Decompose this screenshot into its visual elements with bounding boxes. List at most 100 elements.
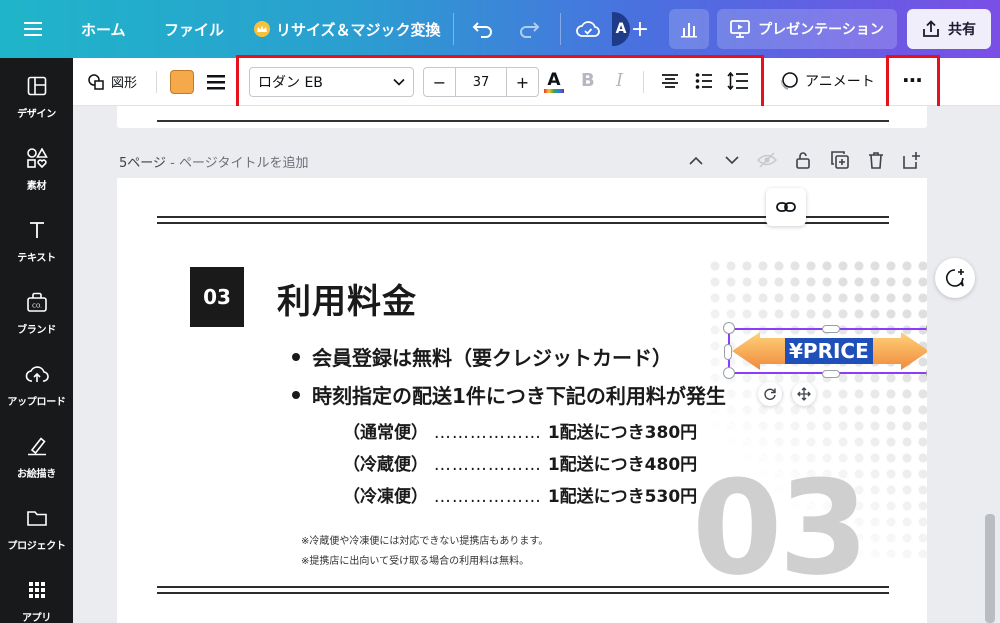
- shape-icon: [87, 73, 105, 91]
- sidebar-item-apps[interactable]: アプリ: [0, 580, 73, 623]
- bullet-list-icon[interactable]: [695, 73, 713, 89]
- share-icon: [922, 20, 940, 38]
- undo-icon[interactable]: [472, 0, 494, 58]
- lock-page-icon[interactable]: [793, 150, 813, 170]
- move-page-down-icon[interactable]: [722, 150, 742, 170]
- divider: [643, 71, 644, 93]
- border-style-icon[interactable]: [206, 72, 226, 92]
- resize-handle[interactable]: [723, 367, 735, 379]
- resize-handle[interactable]: [822, 325, 840, 333]
- add-page-icon[interactable]: [902, 150, 922, 170]
- file-menu[interactable]: ファイル: [164, 0, 224, 58]
- layout-icon: [27, 76, 47, 100]
- text-toolbar: 図形 ロダン EB − 37 + A B I アニメート ···: [73, 58, 1000, 106]
- elements-icon: [26, 147, 48, 172]
- divider: [156, 71, 157, 93]
- divider-line: [157, 592, 889, 594]
- font-size-decrease-button[interactable]: −: [424, 68, 455, 96]
- resize-handle[interactable]: [723, 322, 735, 334]
- sidebar-item-uploads[interactable]: アップロード: [0, 364, 73, 424]
- delete-page-icon[interactable]: [866, 150, 886, 170]
- rate-row[interactable]: （通常便） ……………… 1配送につき380円: [343, 418, 697, 443]
- insights-icon[interactable]: [669, 9, 709, 49]
- bullet-item[interactable]: 会員登録は無料（要クレジットカード）: [292, 342, 672, 371]
- sidebar-item-elements[interactable]: 素材: [0, 147, 73, 208]
- rainbow-bar: [544, 89, 564, 93]
- move-handle[interactable]: [792, 382, 816, 406]
- vertical-scrollbar[interactable]: [985, 514, 995, 623]
- font-size-input[interactable]: 37: [455, 68, 507, 96]
- sidebar-item-brand[interactable]: CO. ブランド: [0, 292, 73, 352]
- section-number-badge[interactable]: 03: [190, 267, 244, 327]
- add-comment-button[interactable]: [935, 258, 975, 298]
- draw-icon: [26, 436, 48, 460]
- fill-color-swatch[interactable]: [170, 70, 194, 94]
- divider: [560, 13, 561, 45]
- bullet-dot: [292, 352, 300, 361]
- resize-button[interactable]: リサイズ＆マジック変換: [254, 0, 441, 58]
- footnote[interactable]: ※提携店に出向いて受け取る場合の利用料は無料。: [301, 552, 529, 567]
- font-size-stepper: − 37 +: [423, 67, 539, 97]
- rate-leader: ………………: [433, 487, 542, 507]
- text-icon: [27, 220, 47, 244]
- section-title[interactable]: 利用料金: [277, 274, 417, 323]
- hide-page-icon[interactable]: [757, 150, 777, 170]
- bullet-item[interactable]: 時刻指定の配送1件につき下記の利用料が発生: [292, 380, 726, 409]
- page-title-input[interactable]: ページタイトルを追加: [179, 156, 308, 171]
- background-number[interactable]: 03: [692, 463, 869, 593]
- sidebar-item-label: テキスト: [17, 253, 56, 264]
- bullet-dot: [292, 390, 300, 399]
- more-options-button[interactable]: ···: [902, 68, 923, 92]
- design-page[interactable]: 03 利用料金 会員登録は無料（要クレジットカード） 時刻指定の配送1件につき下…: [117, 178, 927, 623]
- selection-outline: [728, 328, 927, 374]
- share-button[interactable]: 共有: [907, 9, 991, 49]
- animate-label: アニメート: [805, 74, 875, 90]
- link-button[interactable]: [766, 188, 806, 226]
- previous-page[interactable]: [117, 106, 927, 128]
- rate-row[interactable]: （冷凍便） ……………… 1配送につき530円: [343, 482, 697, 507]
- animate-icon: [779, 71, 799, 91]
- rotate-handle[interactable]: [758, 382, 782, 406]
- comment-icon: [945, 268, 965, 288]
- font-size-increase-button[interactable]: +: [507, 68, 538, 96]
- rate-row[interactable]: （冷蔵便） ……………… 1配送につき480円: [343, 450, 697, 475]
- duplicate-page-icon[interactable]: [830, 150, 850, 170]
- present-button[interactable]: プレゼンテーション: [717, 9, 897, 49]
- sidebar-item-projects[interactable]: プロジェクト: [0, 508, 73, 568]
- cloud-saved-icon[interactable]: [576, 0, 600, 58]
- font-name: ロダン EB: [258, 75, 323, 91]
- rate-type: （通常便）: [343, 423, 428, 443]
- cloud-upload-icon: [25, 364, 49, 388]
- footnote[interactable]: ※冷蔵便や冷凍便には対応できない提携店もあります。: [301, 532, 548, 547]
- rate-price: 1配送につき380円: [547, 423, 698, 443]
- canvas-workspace: 5ページ - ページタイトルを追加 03 利用料金 会員登録は無料（要クレジット…: [73, 106, 1000, 623]
- resize-handle[interactable]: [724, 344, 732, 360]
- font-family-select[interactable]: ロダン EB: [249, 67, 414, 97]
- sidebar-item-label: ブランド: [17, 325, 56, 336]
- presentation-icon: [730, 20, 751, 38]
- italic-button[interactable]: I: [616, 70, 623, 91]
- line-spacing-icon[interactable]: [727, 72, 749, 90]
- share-label: 共有: [948, 22, 976, 38]
- redo-icon[interactable]: [518, 0, 540, 58]
- rate-price: 1配送につき530円: [547, 487, 698, 507]
- shape-button[interactable]: 図形: [87, 72, 137, 91]
- animate-button[interactable]: アニメート: [779, 71, 875, 91]
- sidebar-item-draw[interactable]: お絵描き: [0, 436, 73, 496]
- sidebar-item-design[interactable]: デザイン: [0, 76, 73, 136]
- text-color-button[interactable]: A: [543, 68, 565, 96]
- bold-button[interactable]: B: [581, 70, 595, 91]
- page-number: 5ページ: [119, 156, 167, 171]
- align-center-icon[interactable]: [661, 73, 679, 89]
- sidebar-item-label: アプリ: [21, 613, 52, 623]
- rate-leader: ………………: [433, 455, 542, 475]
- brand-icon: CO.: [26, 292, 48, 316]
- rate-price: 1配送につき480円: [547, 455, 698, 475]
- sidebar-item-text[interactable]: テキスト: [0, 220, 73, 280]
- home-link[interactable]: ホーム: [81, 0, 126, 58]
- move-page-up-icon[interactable]: [686, 150, 706, 170]
- add-collaborator-icon[interactable]: +: [624, 14, 656, 44]
- resize-handle[interactable]: [822, 370, 840, 378]
- divider: [453, 13, 454, 45]
- menu-icon[interactable]: [24, 0, 42, 58]
